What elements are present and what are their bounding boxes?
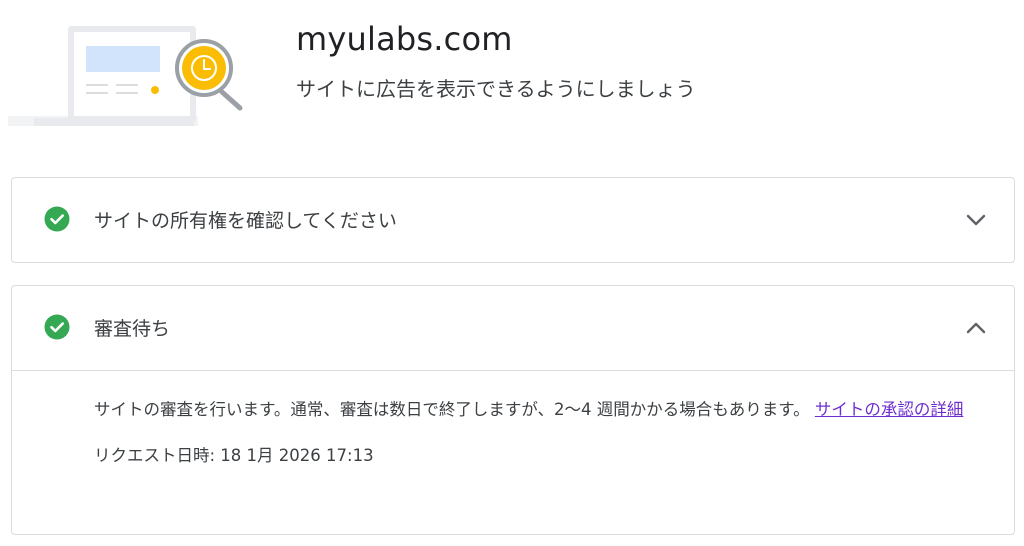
chevron-down-icon[interactable]	[964, 208, 988, 232]
step-verify-ownership[interactable]: サイトの所有権を確認してください	[11, 177, 1015, 263]
site-name: myulabs.com	[296, 20, 513, 58]
page-header: myulabs.com サイトに広告を表示できるようにしましょう	[0, 0, 1024, 150]
page-subtitle: サイトに広告を表示できるようにしましょう	[296, 77, 696, 101]
check-circle-icon	[44, 314, 70, 340]
review-description-text: サイトの審査を行います。通常、審査は数日で終了しますが、2〜4 週間かかる場合も…	[94, 400, 810, 419]
step-title: サイトの所有権を確認してください	[94, 210, 397, 232]
requested-datetime: リクエスト日時: 18 1月 2026 17:13	[94, 446, 374, 465]
check-circle-icon	[44, 206, 70, 232]
approval-details-link[interactable]: サイトの承認の詳細	[815, 400, 964, 419]
step-header[interactable]: 審査待ち	[12, 286, 1014, 370]
review-description: サイトの審査を行います。通常、審査は数日で終了しますが、2〜4 週間かかる場合も…	[94, 397, 974, 422]
step-under-review[interactable]: 審査待ち サイトの審査を行います。通常、審査は数日で終了しますが、2〜4 週間か…	[11, 285, 1015, 535]
site-review-illustration	[8, 26, 243, 126]
step-body: サイトの審査を行います。通常、審査は数日で終了しますが、2〜4 週間かかる場合も…	[12, 371, 1014, 466]
step-header[interactable]: サイトの所有権を確認してください	[12, 178, 1014, 262]
chevron-up-icon[interactable]	[964, 316, 988, 340]
step-title: 審査待ち	[94, 318, 171, 340]
